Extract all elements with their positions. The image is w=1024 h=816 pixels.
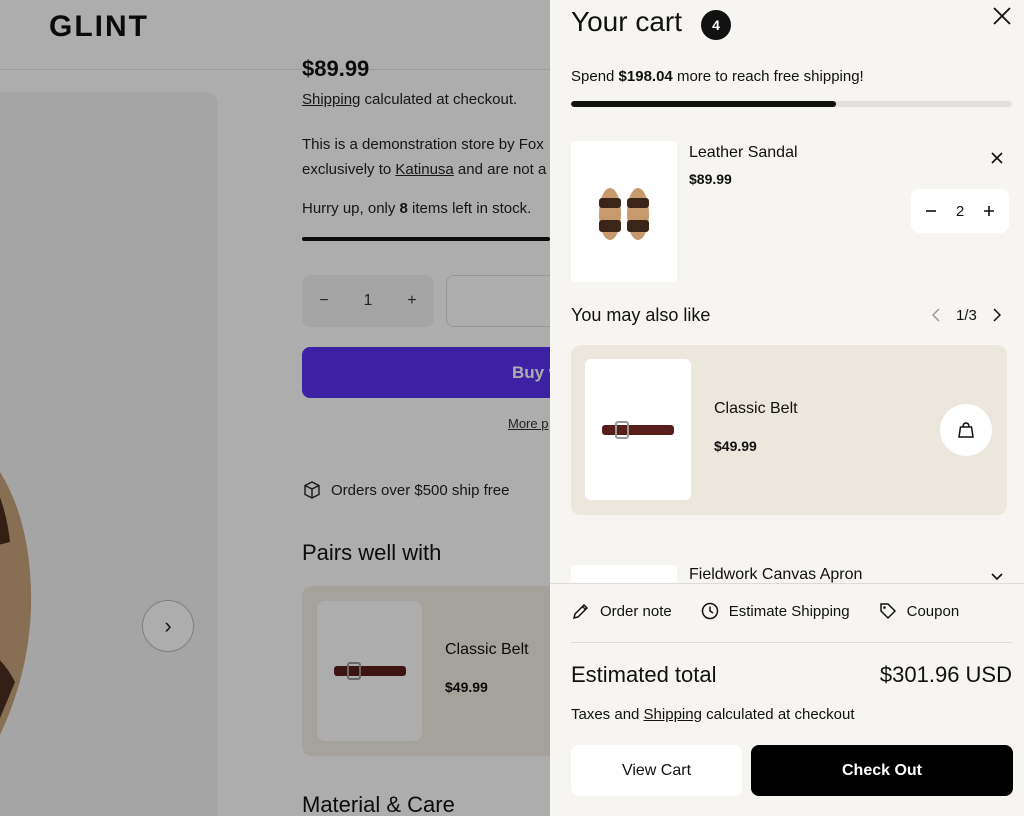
previous-button[interactable]	[930, 305, 942, 325]
checkout-button[interactable]: Check Out	[751, 745, 1013, 796]
taxes-text: calculated at checkout	[701, 706, 855, 723]
quantity-value[interactable]: 2	[956, 203, 964, 220]
close-cart-button[interactable]	[990, 4, 1014, 28]
coupon-button[interactable]: Coupon	[878, 601, 960, 621]
belt-image[interactable]	[585, 359, 691, 500]
recommendation-name[interactable]: Classic Belt	[714, 400, 798, 418]
cart-tools: Order note Estimate Shipping Coupon	[571, 601, 959, 621]
sandal-icon	[599, 187, 649, 240]
pencil-icon	[571, 601, 591, 621]
recommendation-price: $49.99	[714, 438, 757, 454]
apron-image[interactable]	[571, 565, 677, 585]
cart-item-name[interactable]: Fieldwork Canvas Apron	[689, 566, 862, 584]
estimate-shipping-button[interactable]: Estimate Shipping	[700, 601, 850, 621]
clock-icon	[700, 601, 720, 621]
shopping-bag-icon	[958, 422, 974, 438]
cart-footer: Order note Estimate Shipping Coupon Esti…	[550, 583, 1024, 816]
spend-amount: $198.04	[618, 68, 673, 85]
shipping-link[interactable]: Shipping	[644, 706, 702, 723]
taxes-note: Taxes and Shipping calculated at checkou…	[571, 706, 855, 723]
recommendations-pager: 1/3	[930, 305, 1003, 325]
taxes-text: Taxes and	[571, 706, 644, 723]
sandal-image[interactable]	[571, 141, 677, 282]
cart-item-price: $89.99	[689, 171, 732, 187]
page-indicator: 1/3	[956, 306, 977, 324]
view-cart-button[interactable]: View Cart	[571, 745, 742, 796]
minus-icon	[926, 210, 936, 212]
increase-quantity-button[interactable]	[981, 203, 997, 219]
plus-icon	[984, 206, 994, 216]
estimated-total-value: $301.96 USD	[879, 662, 1012, 687]
chevron-right-icon	[993, 308, 1001, 322]
cart-item-name[interactable]: Leather Sandal	[689, 144, 798, 162]
recommendation-card: Classic Belt $49.99	[571, 345, 1007, 515]
free-shipping-progress-fill	[571, 101, 836, 107]
close-icon	[993, 7, 1011, 25]
free-shipping-message: Spend $198.04 more to reach free shippin…	[571, 68, 864, 85]
decrease-quantity-button[interactable]	[923, 203, 939, 219]
next-button[interactable]	[991, 305, 1003, 325]
recommendations-title: You may also like	[571, 305, 711, 325]
cart-title: Your cart	[571, 6, 683, 37]
estimated-total-label: Estimated total	[571, 662, 717, 687]
estimate-shipping-label: Estimate Shipping	[728, 602, 850, 620]
tag-icon	[878, 601, 898, 621]
cart-drawer: Your cart 4 Spend $198.04 more to reach …	[550, 0, 1024, 816]
close-icon	[991, 152, 1003, 164]
free-shipping-progress	[571, 101, 1012, 107]
cart-item: Fieldwork Canvas Apron	[571, 565, 1012, 585]
expand-button[interactable]	[989, 570, 1005, 584]
cart-count-badge: 4	[701, 10, 731, 40]
chevron-down-icon	[991, 573, 1003, 581]
spend-text: more to reach free shipping!	[672, 68, 864, 85]
coupon-label: Coupon	[906, 602, 960, 620]
divider	[571, 642, 1012, 643]
chevron-left-icon	[932, 308, 940, 322]
cart-item: Leather Sandal $89.99 2	[571, 141, 1012, 282]
quick-add-button[interactable]	[940, 404, 992, 456]
remove-item-button[interactable]	[988, 149, 1006, 167]
order-note-button[interactable]: Order note	[571, 601, 672, 621]
spend-text: Spend	[571, 68, 619, 85]
belt-icon	[602, 420, 674, 439]
quantity-stepper: 2	[911, 189, 1009, 233]
order-note-label: Order note	[600, 602, 672, 620]
